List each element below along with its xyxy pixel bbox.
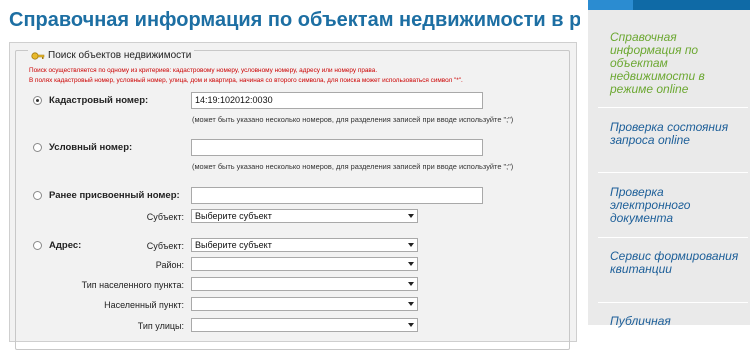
chevron-down-icon <box>408 282 414 286</box>
column-divider <box>580 0 588 325</box>
previous-radio[interactable] <box>33 191 42 200</box>
chevron-down-icon <box>408 243 414 247</box>
district-label: Район: <box>155 260 184 270</box>
address-label: Адрес: <box>49 240 82 251</box>
sidebar-item-reference-info[interactable]: Справочная информация по объектам недвиж… <box>610 31 742 96</box>
settlement-label: Населенный пункт: <box>104 300 184 310</box>
previous-label: Ранее присвоенный номер: <box>49 190 180 201</box>
sidebar-separator <box>598 172 748 173</box>
district-select[interactable] <box>191 257 418 271</box>
address-radio[interactable] <box>33 241 42 250</box>
fieldset-legend: Поиск объектов недвижимости <box>28 50 195 62</box>
address-subject-value: Выберите субъект <box>195 240 272 250</box>
cadastral-radio[interactable] <box>33 96 42 105</box>
sidebar-item-request-status[interactable]: Проверка состояния запроса online <box>610 121 742 147</box>
previous-subject-label: Субъект: <box>146 212 184 222</box>
sidebar-top-bar <box>588 0 750 10</box>
cadastral-number-input[interactable]: 14:19:102012:0030 <box>191 92 483 109</box>
previous-subject-value: Выберите субъект <box>195 211 272 221</box>
sidebar-separator <box>598 237 748 238</box>
conditional-label: Условный номер: <box>49 142 133 153</box>
conditional-hint: (может быть указано несколько номеров, д… <box>192 162 514 171</box>
search-panel: Поиск объектов недвижимости Поиск осущес… <box>9 42 577 350</box>
settlement-type-select[interactable] <box>191 277 418 291</box>
settlement-select[interactable] <box>191 297 418 311</box>
sidebar-top-tab[interactable] <box>588 0 633 10</box>
conditional-number-input[interactable] <box>191 139 483 156</box>
chevron-down-icon <box>408 302 414 306</box>
chevron-down-icon <box>408 214 414 218</box>
sidebar-separator <box>598 107 748 108</box>
street-type-label: Тип улицы: <box>137 321 184 331</box>
sidebar-item-receipt-service[interactable]: Сервис формирования квитанции <box>610 250 742 276</box>
sidebar: Справочная информация по объектам недвиж… <box>588 0 750 328</box>
chevron-down-icon <box>408 323 414 327</box>
search-key-icon <box>31 51 45 60</box>
chevron-down-icon <box>408 262 414 266</box>
previous-subject-select[interactable]: Выберите субъект <box>191 209 418 223</box>
sidebar-separator <box>598 302 748 303</box>
sidebar-item-document-check[interactable]: Проверка электронного документа <box>610 186 742 225</box>
notice-line-2: В полях кадастровый номер, условный номе… <box>29 77 463 84</box>
settlement-type-label: Тип населенного пункта: <box>81 280 184 290</box>
street-type-select[interactable] <box>191 318 418 332</box>
address-subject-select[interactable]: Выберите субъект <box>191 238 418 252</box>
search-fieldset: Поиск объектов недвижимости Поиск осущес… <box>15 50 570 350</box>
cadastral-label: Кадастровый номер: <box>49 95 149 106</box>
notice-line-1: Поиск осуществляется по одному из критер… <box>29 67 378 74</box>
sidebar-item-public[interactable]: Публичная <box>610 315 742 328</box>
legend-text: Поиск объектов недвижимости <box>48 50 192 61</box>
conditional-radio[interactable] <box>33 143 42 152</box>
previous-number-input[interactable] <box>191 187 483 204</box>
address-subject-label: Субъект: <box>146 241 184 251</box>
cadastral-hint: (может быть указано несколько номеров, д… <box>192 115 514 124</box>
